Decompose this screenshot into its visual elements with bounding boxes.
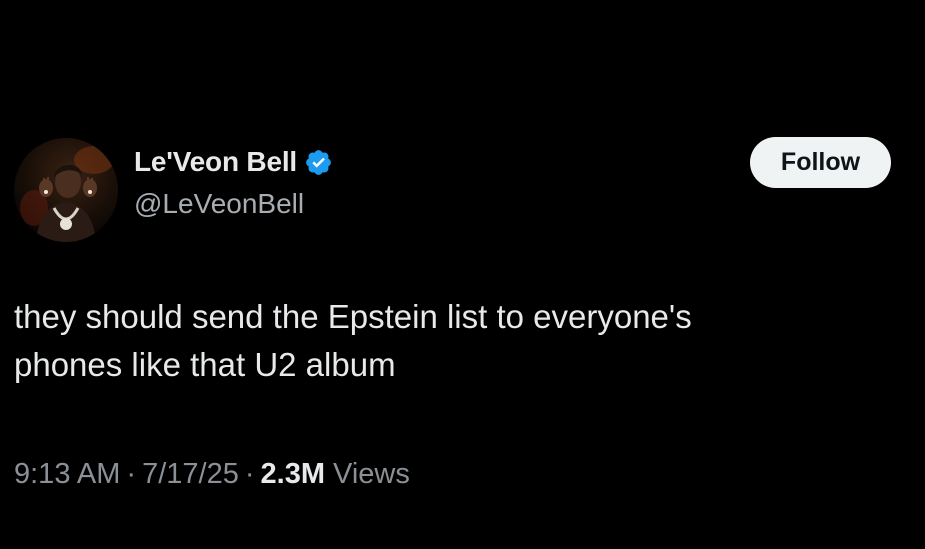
follow-button[interactable]: Follow: [750, 137, 891, 188]
views-count[interactable]: 2.3M: [261, 458, 325, 491]
tweet-date[interactable]: 7/17/25: [142, 458, 239, 491]
tweet-text-line: phones like that U2 album: [14, 346, 396, 383]
author-display-name[interactable]: Le'Veon Bell: [134, 146, 297, 178]
views-label: Views: [333, 457, 410, 490]
tweet-card: Le'Veon Bell @LeVeonBell Follow they sho…: [0, 0, 925, 549]
author-handle[interactable]: @LeVeonBell: [134, 188, 304, 220]
profile-photo-icon: [14, 138, 118, 242]
tweet-meta: 9:13 AM · 7/17/25 · 2.3M Views: [14, 452, 410, 496]
verified-badge-icon[interactable]: [304, 148, 333, 177]
author-name-row: Le'Veon Bell: [134, 142, 333, 182]
author-avatar[interactable]: [14, 138, 118, 242]
tweet-text: they should send the Epstein list to eve…: [14, 293, 904, 389]
meta-separator: ·: [244, 457, 255, 490]
meta-separator: ·: [126, 457, 137, 490]
tweet-time[interactable]: 9:13 AM: [14, 458, 120, 491]
tweet-text-line: they should send the Epstein list to eve…: [14, 298, 692, 335]
